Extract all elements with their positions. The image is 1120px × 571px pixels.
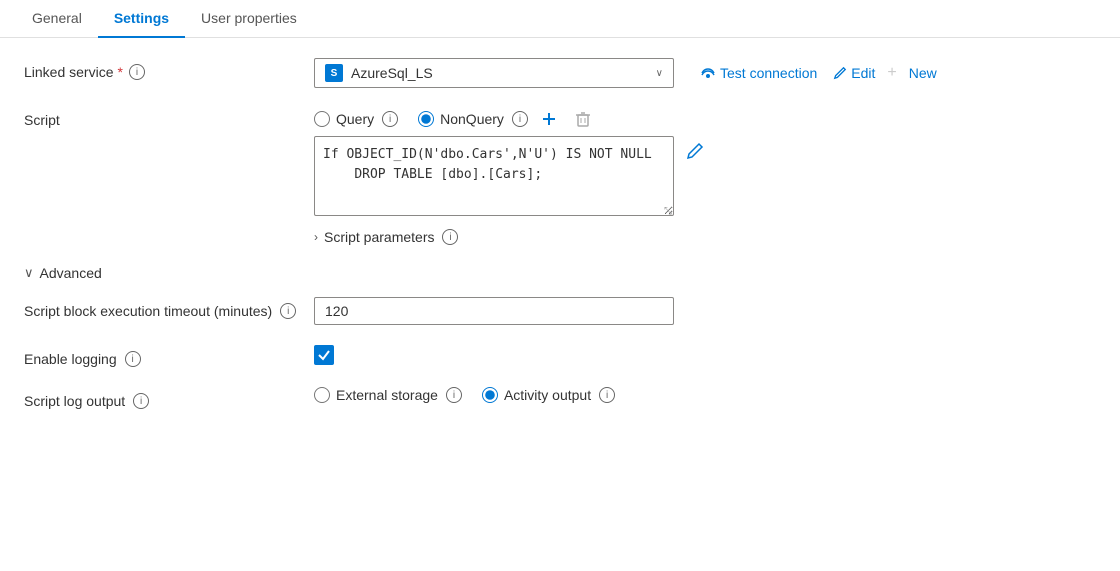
- enable-logging-text: Enable logging: [24, 351, 117, 367]
- query-label: Query: [336, 111, 374, 127]
- query-radio[interactable]: [314, 111, 330, 127]
- activity-output-radio-label[interactable]: Activity output i: [482, 387, 615, 403]
- plus-icon: [540, 110, 558, 128]
- timeout-row: Script block execution timeout (minutes)…: [24, 297, 1096, 325]
- tab-user-properties[interactable]: User properties: [185, 0, 313, 38]
- linked-service-label: Linked service * i: [24, 58, 314, 80]
- activity-output-label: Activity output: [504, 387, 591, 403]
- script-control: Query i NonQuery i: [314, 108, 1096, 245]
- script-text: Script: [24, 112, 60, 128]
- log-output-radio-group: External storage i Activity output i: [314, 387, 615, 403]
- script-log-output-row: Script log output i External storage i A…: [24, 387, 1096, 409]
- external-storage-radio-label[interactable]: External storage i: [314, 387, 462, 403]
- enable-logging-checkbox-wrapper: [314, 345, 334, 365]
- resize-handle: ⤡: [664, 206, 672, 217]
- test-connection-icon: [700, 65, 716, 81]
- separator: +: [887, 64, 896, 82]
- activity-output-info-icon[interactable]: i: [599, 387, 615, 403]
- trash-icon: [574, 110, 592, 128]
- edit-label: Edit: [851, 65, 875, 81]
- edit-icon: [833, 66, 847, 80]
- advanced-chevron-icon: ∨: [24, 265, 34, 281]
- script-type-radio-group: Query i NonQuery i: [314, 111, 528, 127]
- tab-bar: General Settings User properties: [0, 0, 1120, 38]
- script-log-output-label: Script log output i: [24, 387, 314, 409]
- settings-content: Linked service * i S AzureSql_LS ∨: [0, 38, 1120, 449]
- nonquery-radio-label[interactable]: NonQuery i: [418, 111, 528, 127]
- log-output-info-icon[interactable]: i: [133, 393, 149, 409]
- timeout-input[interactable]: [314, 297, 674, 325]
- script-area-wrapper: If OBJECT_ID(N'dbo.Cars',N'U') IS NOT NU…: [314, 136, 674, 219]
- script-parameters-toggle[interactable]: › Script parameters i: [314, 229, 458, 245]
- linked-service-row: Linked service * i S AzureSql_LS ∨: [24, 58, 1096, 88]
- advanced-label: Advanced: [40, 265, 102, 281]
- query-radio-label[interactable]: Query i: [314, 111, 398, 127]
- query-info-icon[interactable]: i: [382, 111, 398, 127]
- linked-service-control: S AzureSql_LS ∨ Test connection: [314, 58, 1096, 88]
- script-log-output-control: External storage i Activity output i: [314, 387, 1096, 403]
- delete-script-button[interactable]: [570, 108, 596, 130]
- enable-logging-row: Enable logging i: [24, 345, 1096, 367]
- linked-service-value: AzureSql_LS: [351, 65, 433, 81]
- script-parameters-label: Script parameters: [324, 229, 434, 245]
- edit-script-pencil-button[interactable]: [682, 140, 708, 162]
- timeout-label: Script block execution timeout (minutes)…: [24, 297, 314, 319]
- tab-general[interactable]: General: [16, 0, 98, 38]
- pencil-icon: [686, 142, 704, 160]
- script-label: Script: [24, 108, 314, 128]
- add-script-button[interactable]: [536, 108, 562, 130]
- linked-service-actions: Test connection Edit + New: [694, 61, 943, 85]
- nonquery-info-icon[interactable]: i: [512, 111, 528, 127]
- tab-settings[interactable]: Settings: [98, 0, 185, 38]
- enable-logging-checkbox[interactable]: [314, 345, 334, 365]
- enable-logging-control: [314, 345, 1096, 365]
- timeout-control: [314, 297, 1096, 325]
- nonquery-label: NonQuery: [440, 111, 504, 127]
- external-storage-info-icon[interactable]: i: [446, 387, 462, 403]
- script-log-output-text: Script log output: [24, 393, 125, 409]
- test-connection-label: Test connection: [720, 65, 817, 81]
- required-star: *: [118, 64, 123, 80]
- dropdown-chevron-icon: ∨: [656, 68, 663, 79]
- logging-info-icon[interactable]: i: [125, 351, 141, 367]
- script-editor-row: If OBJECT_ID(N'dbo.Cars',N'U') IS NOT NU…: [314, 136, 708, 219]
- test-connection-button[interactable]: Test connection: [694, 61, 823, 85]
- linked-service-dropdown[interactable]: S AzureSql_LS ∨: [314, 58, 674, 88]
- script-params-chevron-icon: ›: [314, 230, 318, 244]
- advanced-header[interactable]: ∨ Advanced: [24, 265, 1096, 281]
- new-button[interactable]: New: [903, 61, 943, 85]
- checkmark-icon: [317, 348, 331, 362]
- nonquery-radio[interactable]: [418, 111, 434, 127]
- azure-sql-icon: S: [325, 64, 343, 82]
- external-storage-radio[interactable]: [314, 387, 330, 403]
- script-textarea[interactable]: If OBJECT_ID(N'dbo.Cars',N'U') IS NOT NU…: [314, 136, 674, 216]
- external-storage-label: External storage: [336, 387, 438, 403]
- linked-service-info-icon[interactable]: i: [129, 64, 145, 80]
- timeout-info-icon[interactable]: i: [280, 303, 296, 319]
- edit-button[interactable]: Edit: [827, 61, 881, 85]
- timeout-text: Script block execution timeout (minutes): [24, 303, 272, 319]
- linked-service-text: Linked service: [24, 64, 114, 80]
- enable-logging-label: Enable logging i: [24, 345, 314, 367]
- new-label: New: [909, 65, 937, 81]
- script-toolbar: [536, 108, 596, 130]
- script-params-info-icon[interactable]: i: [442, 229, 458, 245]
- script-row: Script Query i NonQuery i: [24, 108, 1096, 245]
- activity-output-radio[interactable]: [482, 387, 498, 403]
